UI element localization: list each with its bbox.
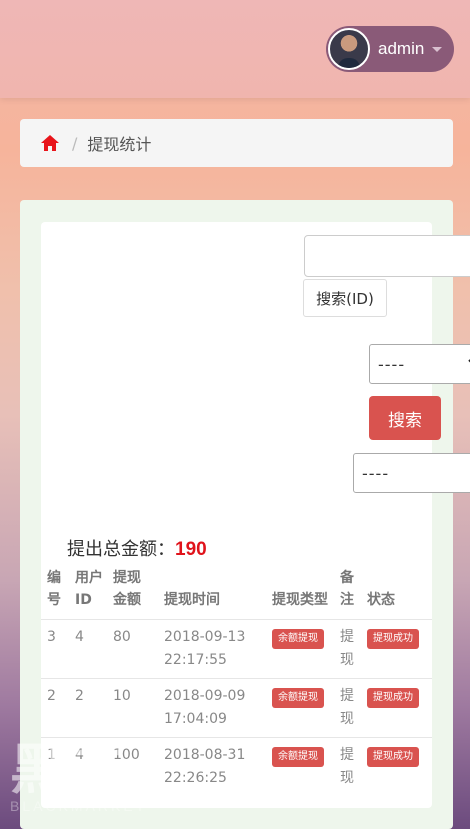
status-badge: 提现成功 [367, 747, 419, 767]
status-badge: 提现成功 [367, 688, 419, 708]
cell-note: 提现 [334, 619, 361, 679]
column-header: 提现时间 [164, 592, 220, 608]
column-header: 状态 [367, 592, 395, 608]
status-badge: 提现成功 [367, 629, 419, 649]
type-badge: 余额提现 [272, 688, 324, 708]
cell-id: 3 [41, 619, 69, 679]
table-row: 2 2 10 2018-09-09 17:04:09 余额提现 提现 提现成功 [41, 678, 432, 738]
cell-note: 提现 [334, 678, 361, 738]
cell-id: 2 [41, 678, 69, 738]
column-header: 提现金额 [113, 570, 141, 608]
column-header: 备注 [340, 570, 354, 608]
cell-amount: 10 [107, 678, 158, 738]
username-label: admin [378, 39, 425, 58]
column-header: 编号 [47, 570, 61, 608]
total-amount: 提出总金额： 190 [67, 535, 207, 561]
search-button[interactable]: 搜索 [369, 396, 441, 440]
total-value: 190 [175, 539, 207, 560]
filter-select-1[interactable]: ---- [369, 344, 470, 384]
cell-amount: 100 [107, 737, 158, 796]
column-header: 用户ID [75, 570, 103, 608]
cell-user-id: 4 [69, 737, 107, 796]
top-navbar: admin [0, 0, 470, 98]
cell-time: 2018-09-13 22:17:55 [158, 619, 266, 679]
home-icon[interactable] [40, 134, 60, 152]
cell-user-id: 4 [69, 619, 107, 679]
table-row: 3 4 80 2018-09-13 22:17:55 余额提现 提现 提现成功 [41, 619, 432, 679]
cell-user-id: 2 [69, 678, 107, 738]
search-id-button[interactable]: 搜索(ID) [303, 279, 387, 317]
column-header: 提现类型 [272, 592, 328, 608]
filter-select-1-value: ---- [378, 354, 406, 374]
search-input[interactable] [304, 235, 470, 277]
user-avatar [328, 28, 370, 70]
type-badge: 余额提现 [272, 629, 324, 649]
cell-time: 2018-09-09 17:04:09 [158, 678, 266, 738]
breadcrumb-current: 提现统计 [87, 135, 152, 154]
caret-down-icon [432, 46, 443, 52]
withdrawal-table: 编号 用户ID 提现金额 提现时间 提现类型 备注 状态 3 4 80 2018… [41, 567, 432, 796]
cell-time: 2018-08-31 22:26:25 [158, 737, 266, 796]
breadcrumb-separator: / [72, 133, 78, 153]
filter-select-2-value: ---- [362, 463, 390, 483]
total-label: 提出总金额： [67, 539, 175, 560]
type-badge: 余额提现 [272, 747, 324, 767]
table-header-row: 编号 用户ID 提现金额 提现时间 提现类型 备注 状态 [41, 567, 432, 620]
user-menu[interactable]: admin [326, 26, 454, 72]
filter-select-2[interactable]: ---- [353, 453, 470, 493]
cell-id: 1 [41, 737, 69, 796]
table-row: 1 4 100 2018-08-31 22:26:25 余额提现 提现 提现成功 [41, 737, 432, 796]
cell-note: 提现 [334, 737, 361, 796]
cell-amount: 80 [107, 619, 158, 679]
breadcrumb: / 提现统计 [20, 119, 453, 167]
